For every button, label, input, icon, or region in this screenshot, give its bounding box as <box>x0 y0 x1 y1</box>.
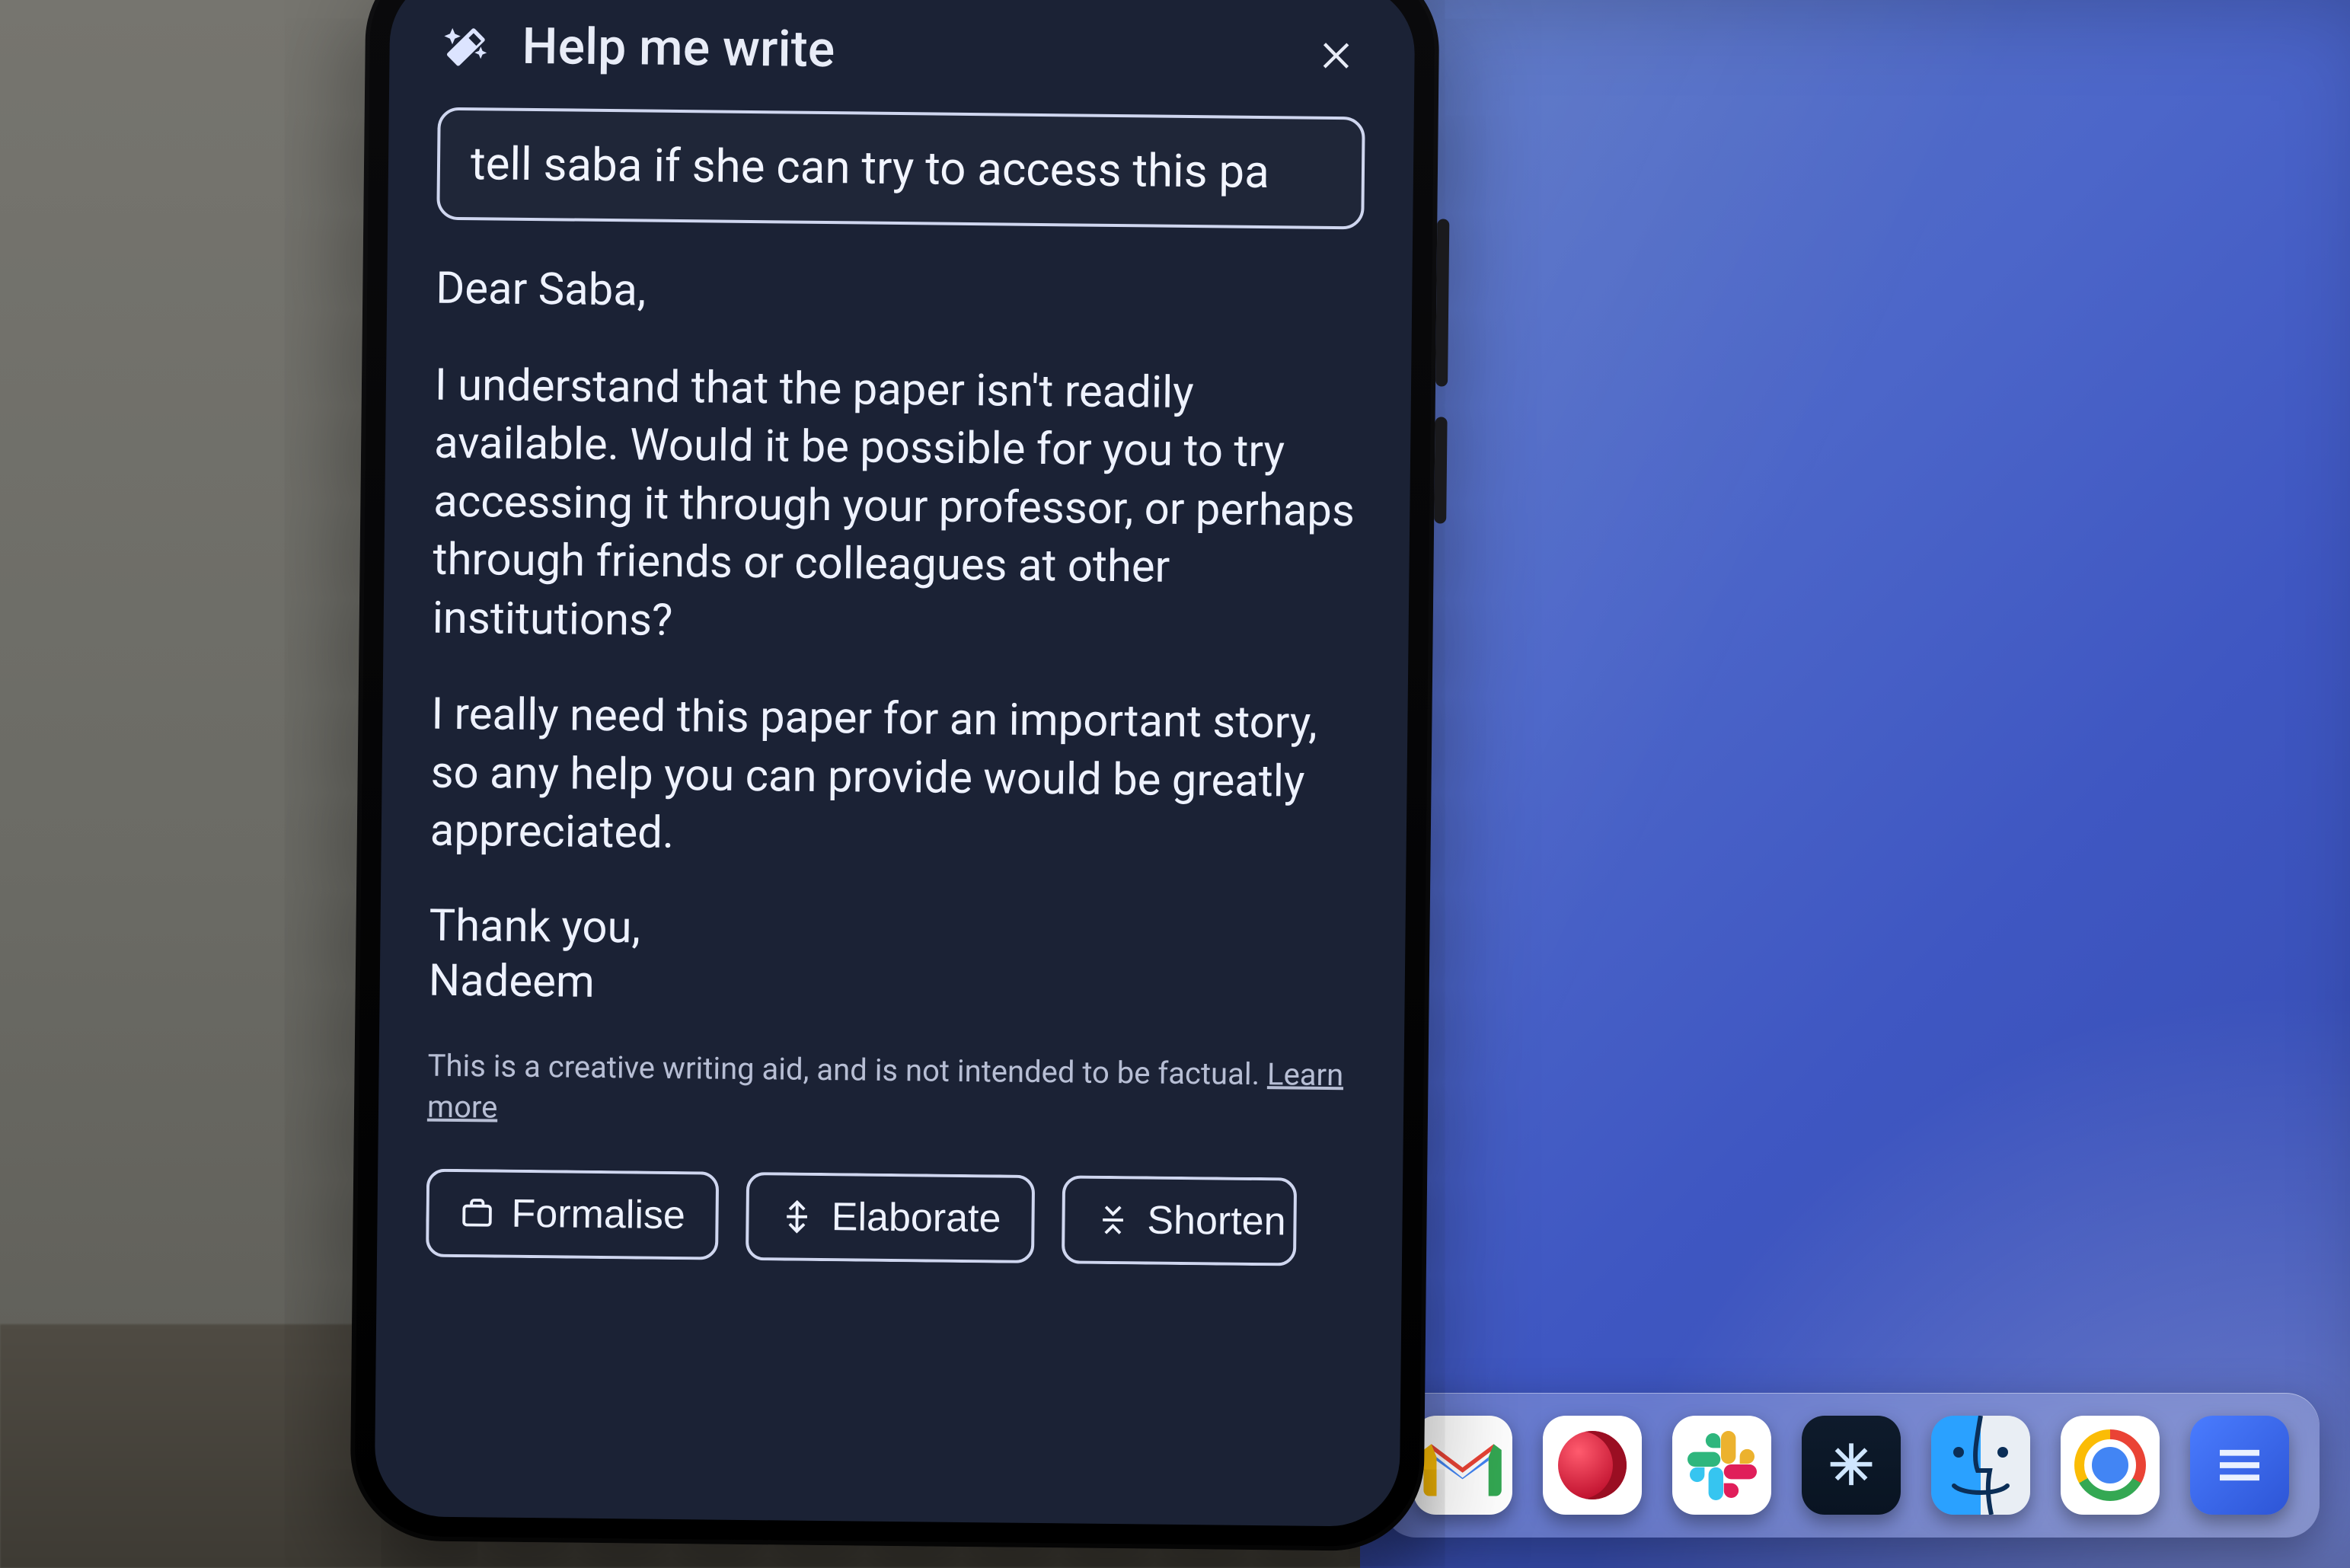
draft-signoff: Thank you, Nadeem <box>428 899 1356 1019</box>
elaborate-chip[interactable]: Elaborate <box>746 1172 1035 1263</box>
refine-chip-row: Formalise Elaborate Shorten <box>426 1169 1354 1267</box>
panel-header: Help me write <box>438 17 1366 85</box>
briefcase-icon <box>459 1196 494 1231</box>
dock-gmail-icon[interactable] <box>1413 1416 1512 1515</box>
collapse-vertical-icon <box>1095 1202 1130 1237</box>
draft-paragraph: I understand that the paper isn't readil… <box>432 356 1362 656</box>
dock-finder-icon[interactable] <box>1931 1416 2030 1515</box>
panel-title: Help me write <box>522 18 835 79</box>
dock-slack-icon[interactable] <box>1672 1416 1771 1515</box>
close-button[interactable] <box>1311 27 1366 83</box>
expand-vertical-icon <box>780 1199 815 1234</box>
dock-generic-app-icon[interactable] <box>2190 1416 2289 1515</box>
disclaimer-text: This is a creative writing aid, and is n… <box>427 1046 1355 1138</box>
phone-side-button <box>1434 417 1447 523</box>
dock-opera-icon[interactable] <box>1543 1416 1642 1515</box>
signoff-line: Thank you, <box>429 900 640 954</box>
magic-wand-icon <box>438 18 495 75</box>
formalise-chip[interactable]: Formalise <box>426 1169 719 1260</box>
dock-asterisk-app-icon[interactable]: ✳ <box>1802 1416 1901 1515</box>
close-icon <box>1318 35 1359 75</box>
dock-chrome-icon[interactable] <box>2061 1416 2160 1515</box>
help-me-write-panel: Help me write tell saba if she can try t… <box>374 0 1415 1527</box>
phone-device-frame: Help me write tell saba if she can try t… <box>350 0 1440 1551</box>
generated-draft: Dear Saba, I understand that the paper i… <box>428 252 1363 1019</box>
phone-side-button <box>1435 219 1449 386</box>
draft-paragraph: I really need this paper for an importan… <box>429 685 1359 870</box>
draft-greeting: Dear Saba, <box>436 260 1364 327</box>
disclaimer-body: This is a creative writing aid, and is n… <box>427 1048 1267 1093</box>
chip-label: Shorten <box>1147 1197 1286 1244</box>
external-monitor-desktop: ✳ <box>1360 0 2350 1568</box>
signoff-name: Nadeem <box>428 955 595 1008</box>
chip-label: Formalise <box>511 1191 685 1238</box>
macos-dock: ✳ <box>1383 1393 2320 1538</box>
chip-label: Elaborate <box>832 1194 1001 1241</box>
prompt-input[interactable]: tell saba if she can try to access this … <box>436 107 1365 230</box>
phone-screen: Help me write tell saba if she can try t… <box>374 0 1415 1527</box>
shorten-chip[interactable]: Shorten <box>1062 1175 1297 1266</box>
